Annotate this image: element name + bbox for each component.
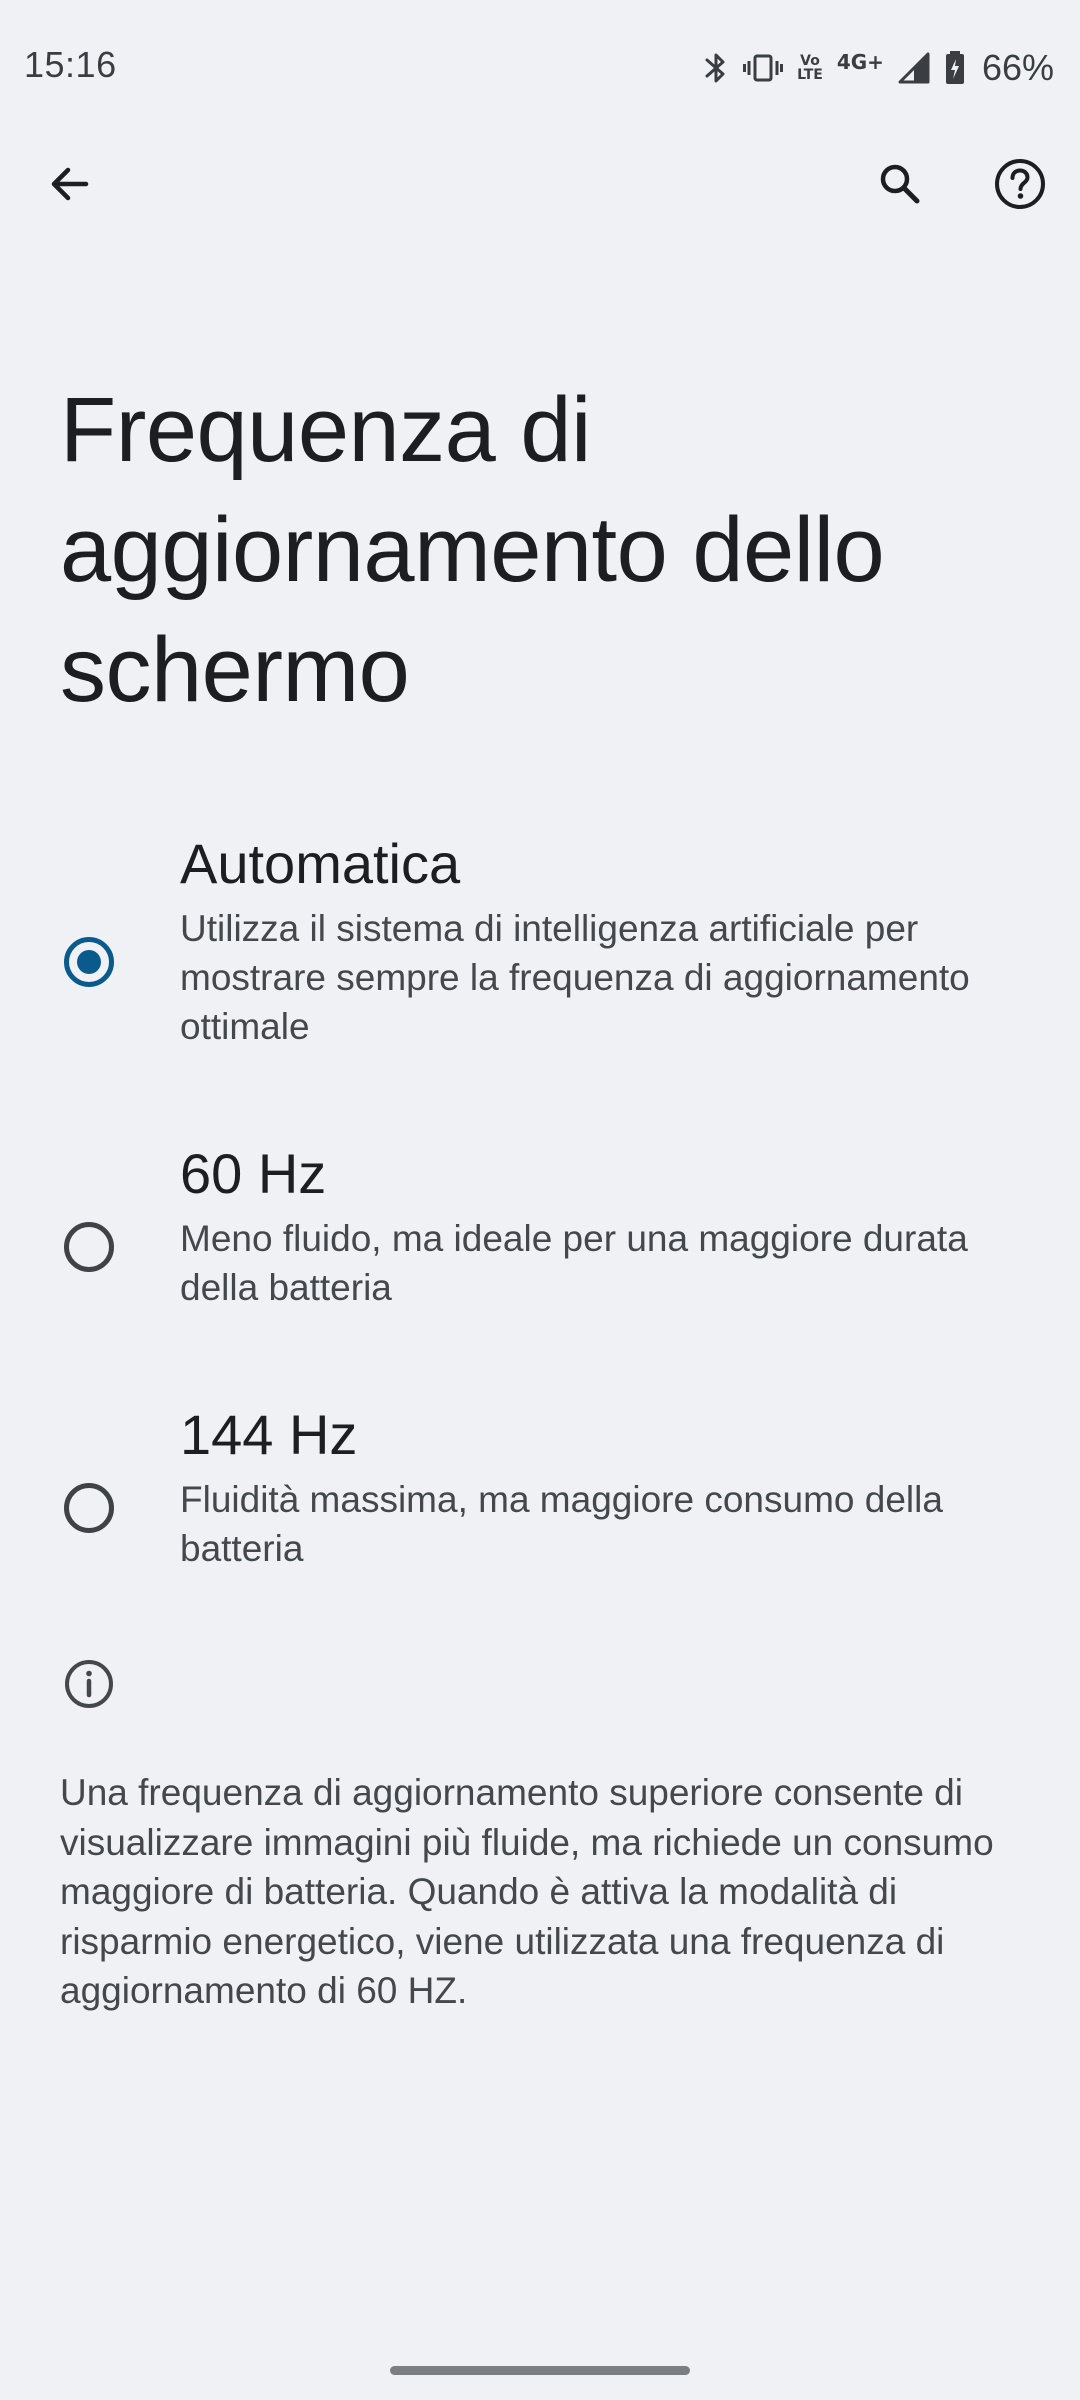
option-title: 144 Hz <box>180 1403 358 1466</box>
volte-icon: Vo LTE <box>797 53 823 83</box>
option-description: Utilizza il sistema di intelligenza arti… <box>180 908 970 1047</box>
option-description: Fluidità massima, ma maggiore consumo de… <box>180 1479 943 1569</box>
option-144hz[interactable]: 144 Hz Fluidità massima, ma maggiore con… <box>0 1391 1080 1581</box>
battery-percentage: 66% <box>981 47 1054 88</box>
status-bar: 15:16 Vo LTE 4G+ 66% <box>0 0 1080 132</box>
help-button[interactable] <box>972 136 1068 232</box>
option-automatica[interactable]: Automatica Utilizza il sistema di intell… <box>0 820 1080 1060</box>
back-button[interactable] <box>22 136 118 232</box>
footer-info-text: Una frequenza di aggiornamento superiore… <box>60 1772 994 2011</box>
bluetooth-icon <box>703 50 729 86</box>
radio-button-selected[interactable] <box>64 937 114 987</box>
signal-icon <box>898 52 930 84</box>
option-60hz[interactable]: 60 Hz Meno fluido, ma ideale per una mag… <box>0 1130 1080 1320</box>
radio-button[interactable] <box>64 1483 114 1533</box>
help-icon <box>995 159 1045 209</box>
page-title: Frequenza di aggiornamento dello schermo <box>60 379 885 721</box>
vibrate-icon <box>743 52 784 84</box>
status-time: 15:16 <box>24 44 117 85</box>
status-icons: Vo LTE 4G+ 66% <box>703 40 1054 96</box>
radio-button[interactable] <box>64 1222 114 1272</box>
option-description: Meno fluido, ma ideale per una maggiore … <box>180 1218 968 1308</box>
option-title: Automatica <box>180 832 461 895</box>
info-icon <box>65 1660 113 1708</box>
navigation-gesture-handle[interactable] <box>390 2366 690 2375</box>
search-button[interactable] <box>852 136 948 232</box>
back-arrow-icon <box>51 167 89 201</box>
network-4g-icon: 4G+ <box>836 50 884 74</box>
app-bar <box>0 132 1080 236</box>
search-icon <box>880 164 920 204</box>
option-title: 60 Hz <box>180 1142 327 1205</box>
battery-charging-icon <box>944 50 966 86</box>
